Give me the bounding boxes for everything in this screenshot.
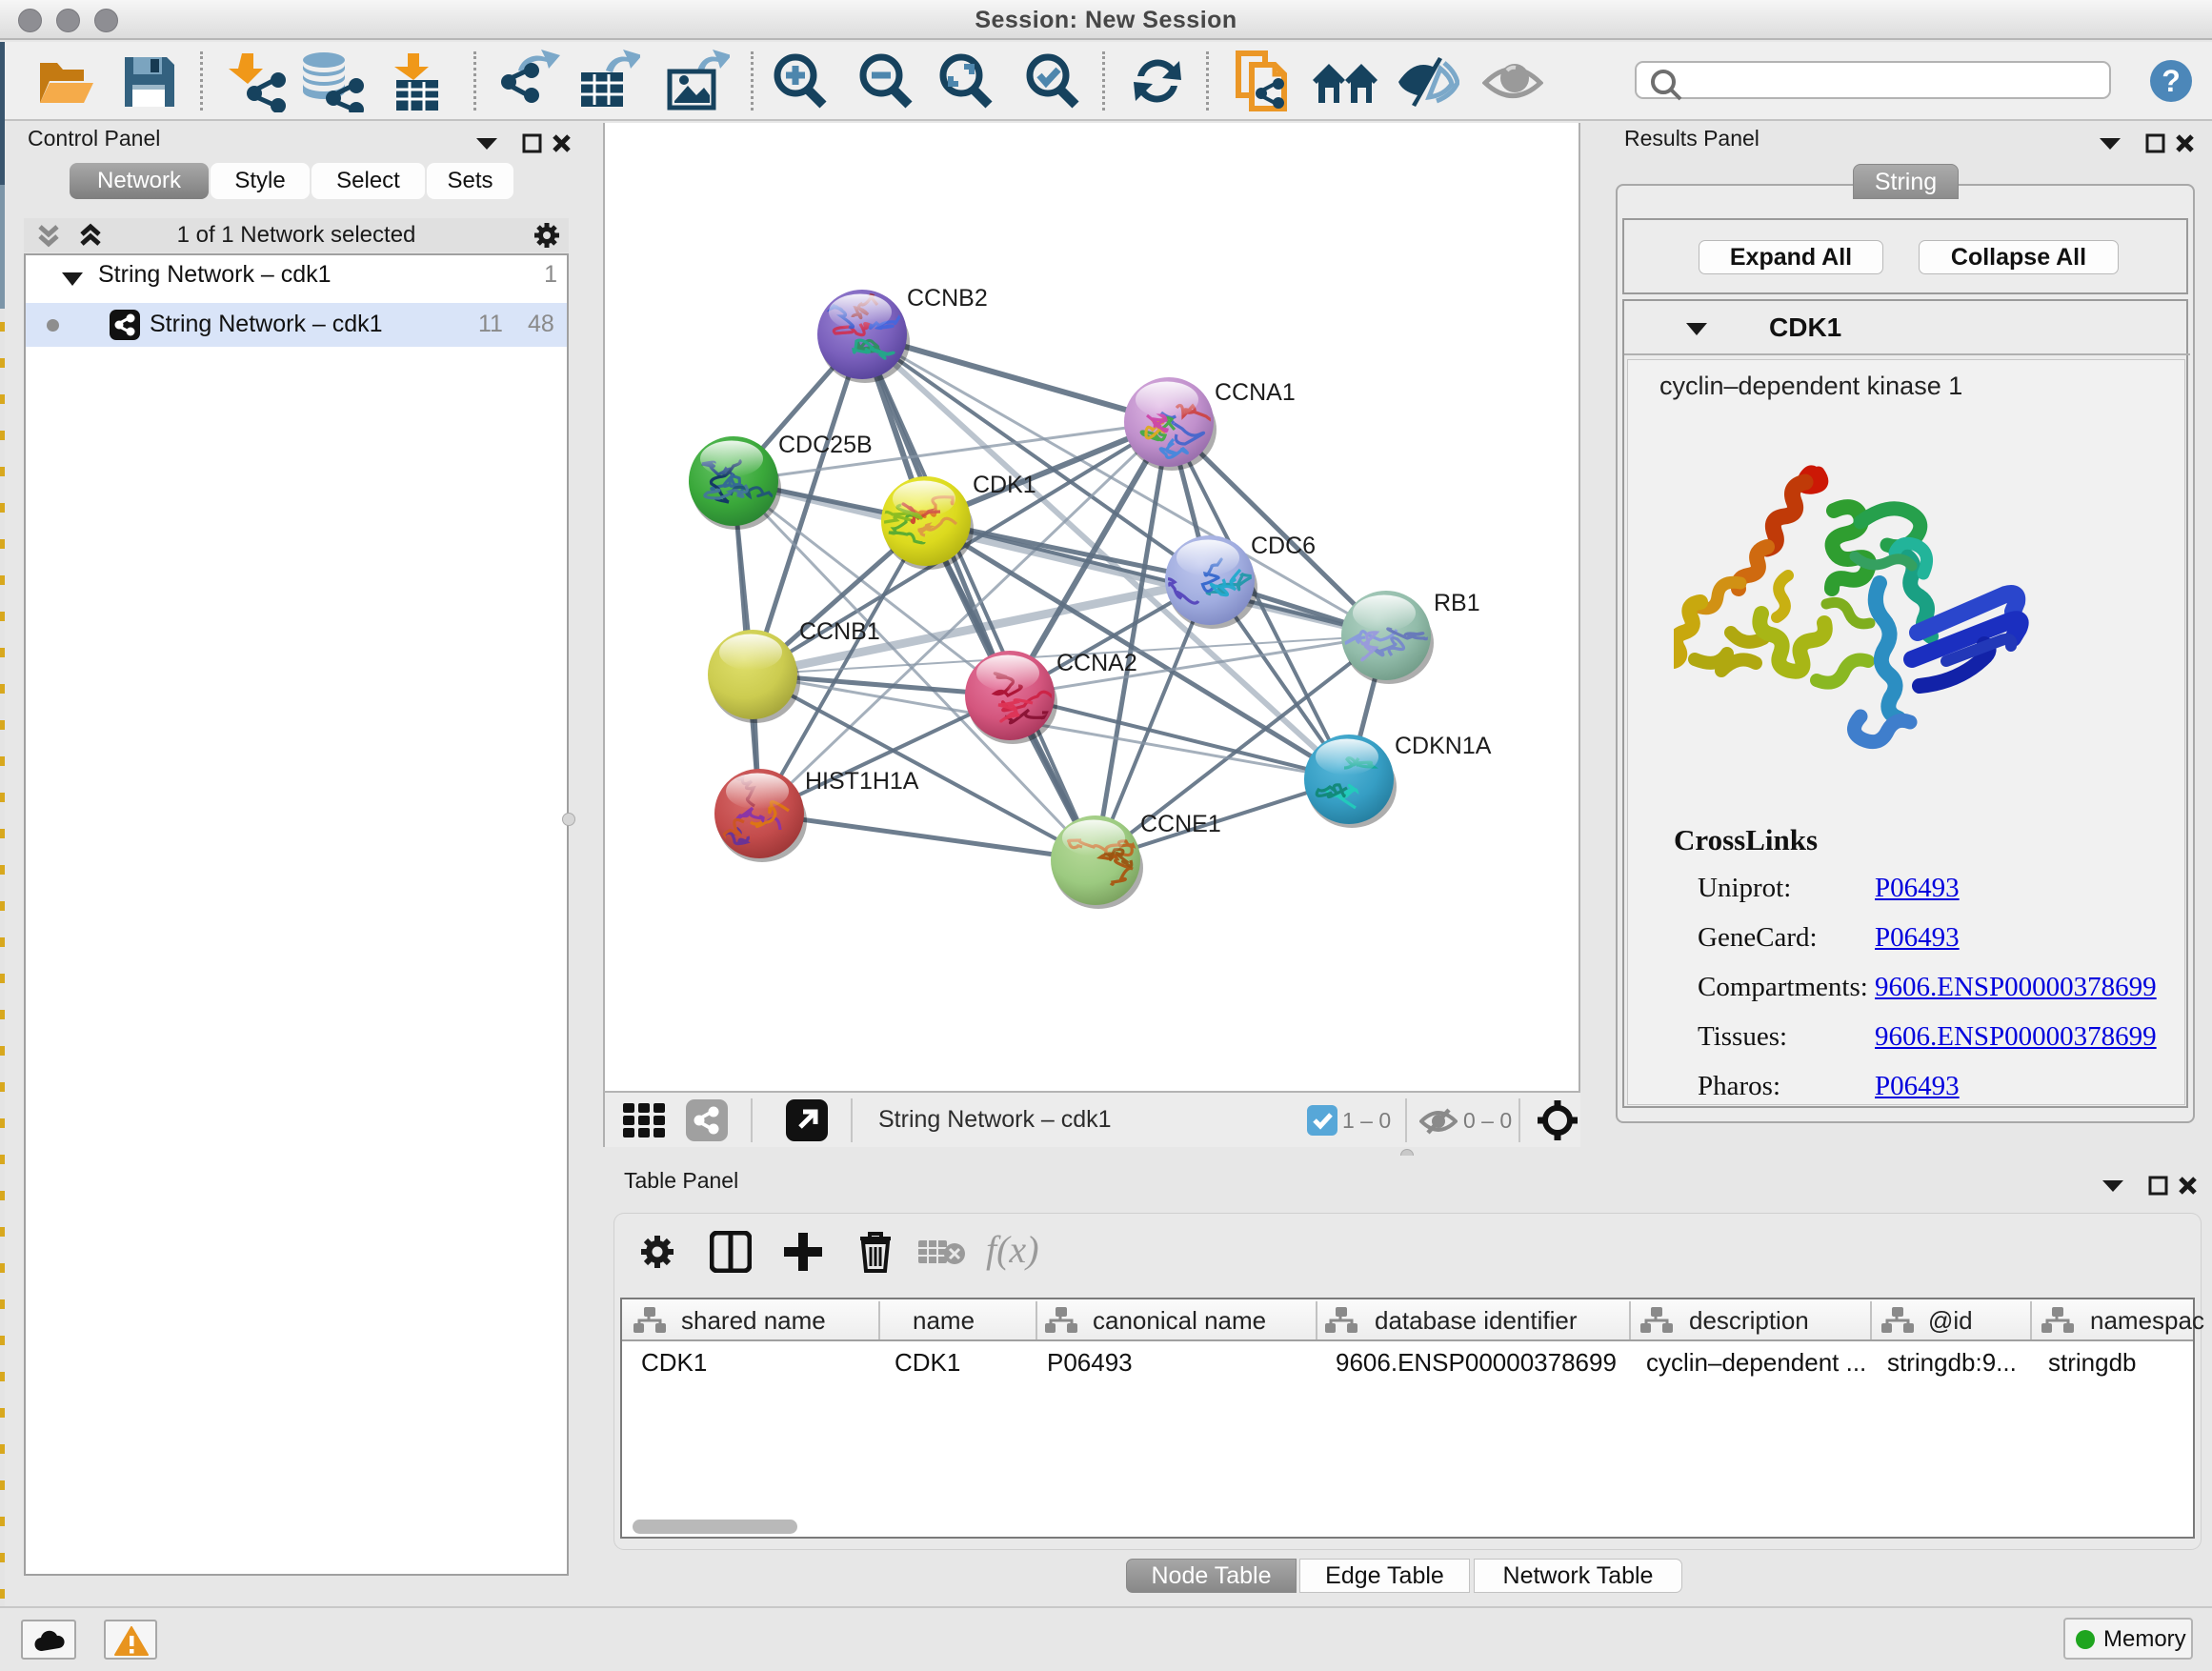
svg-text:CCNE1: CCNE1 [1140, 811, 1221, 837]
svg-text:CDKN1A: CDKN1A [1395, 733, 1492, 759]
svg-text:CCNA1: CCNA1 [1215, 379, 1296, 406]
svg-text:HIST1H1A: HIST1H1A [805, 768, 919, 795]
svg-text:CDK1: CDK1 [973, 472, 1036, 498]
svg-text:CCNB1: CCNB1 [799, 618, 880, 645]
svg-text:CDC6: CDC6 [1251, 533, 1316, 559]
svg-text:RB1: RB1 [1434, 590, 1480, 616]
svg-text:CDC25B: CDC25B [778, 432, 873, 458]
svg-text:?: ? [2162, 64, 2181, 98]
svg-text:CCNA2: CCNA2 [1056, 650, 1137, 676]
svg-text:CCNB2: CCNB2 [907, 285, 988, 312]
